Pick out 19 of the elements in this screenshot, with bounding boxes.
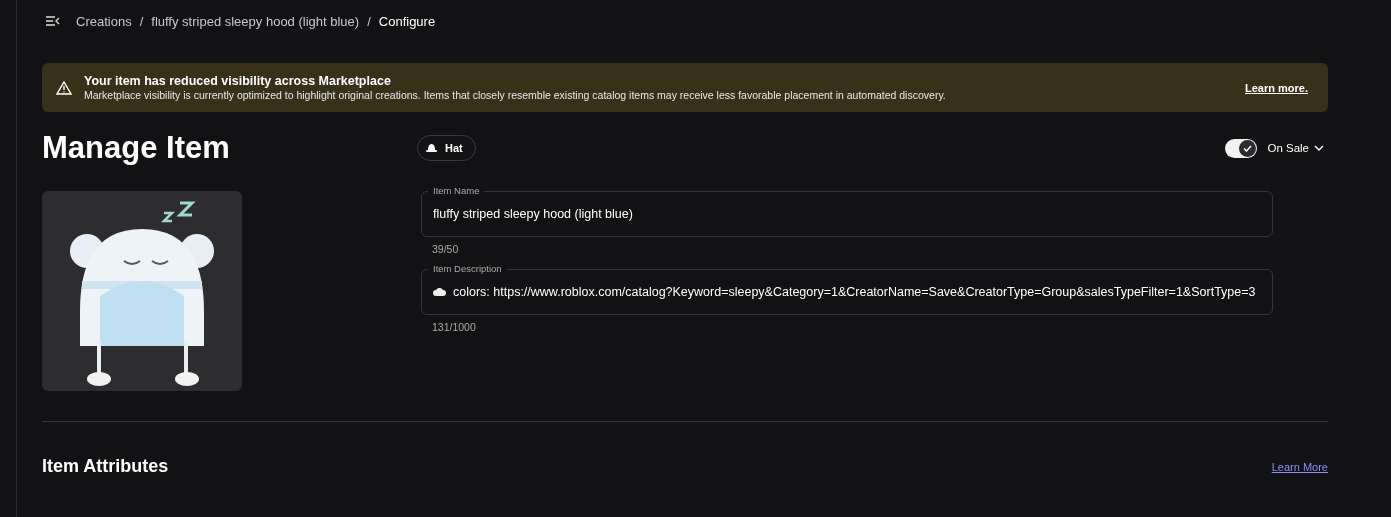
breadcrumb-separator: / [139,13,144,29]
breadcrumb-link[interactable]: fluffy striped sleepy hood (light blue) [151,13,360,29]
learn-more-link[interactable]: Learn more. [1245,81,1308,94]
character-count: 131/1000 [432,321,477,335]
warning-icon [56,80,72,95]
check-icon [1243,144,1253,152]
breadcrumb-separator: / [367,13,371,29]
banner-title: Your item has reduced visibility across Marketplace [84,74,392,88]
learn-more-link[interactable]: Learn More [1271,460,1328,473]
breadcrumb-link[interactable]: Creations [76,13,132,29]
chevron-down-icon [1314,145,1324,151]
section-title: Item Attributes [42,456,169,477]
cloud-icon [433,288,446,296]
banner-message: Marketplace visibility is currently optimized to highlight original creations. Items that closely resemble existing catalog items may receive less favorable placement in automated discovery. [84,89,947,101]
hat-icon [426,144,437,152]
menu-icon[interactable] [46,16,60,26]
page-title: Manage Item [42,130,231,166]
breadcrumb-link[interactable]: Configure [378,13,436,29]
on-sale-toggle[interactable]: On Sale [1225,138,1324,158]
